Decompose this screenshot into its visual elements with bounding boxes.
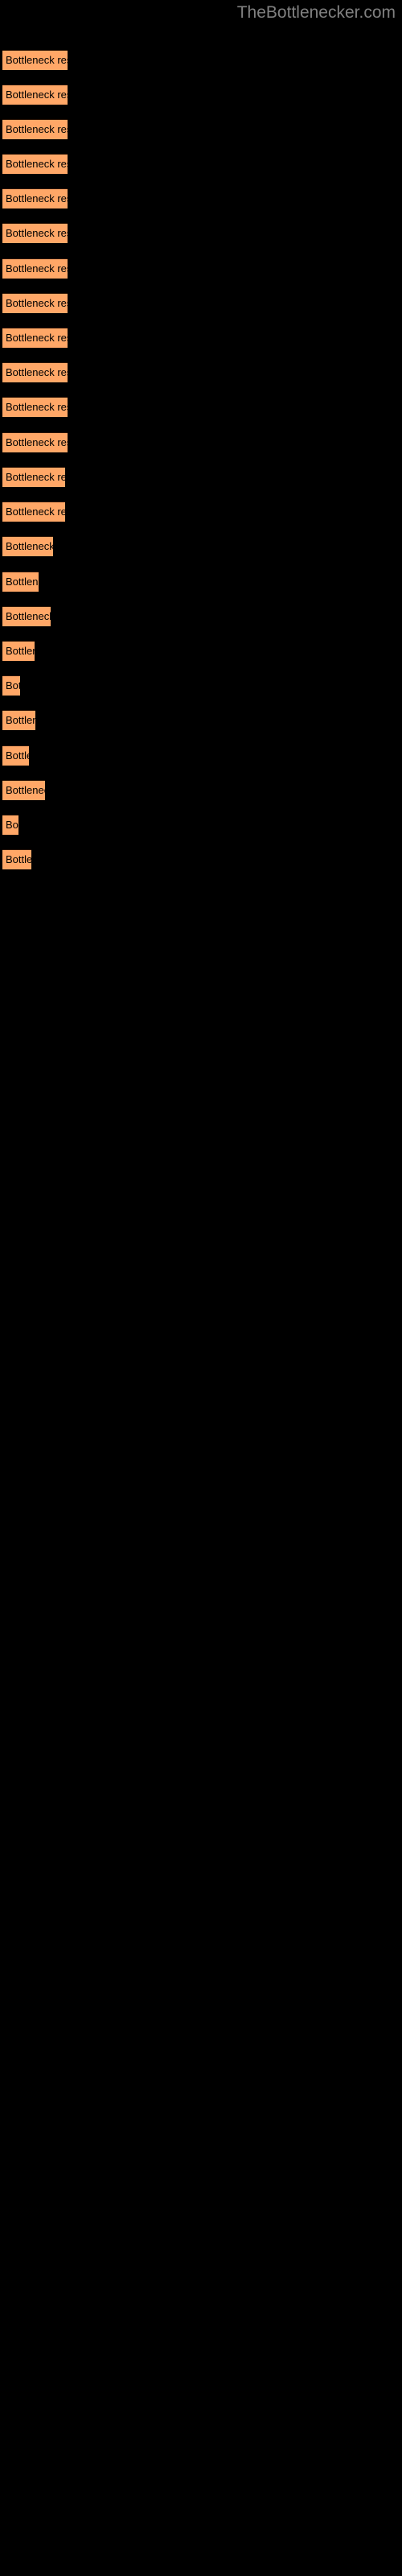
bar-label: Bottleneck result: [6, 366, 68, 378]
bar-label: Bottleneck result: [6, 784, 45, 796]
bar[interactable]: Bottleneck result: [2, 85, 68, 105]
bar-label: Bottleneck result: [6, 610, 51, 622]
bar-label: Bottleneck result: [6, 158, 68, 170]
bar[interactable]: Bottleneck result: [2, 188, 68, 208]
bar[interactable]: Bottleneck result: [2, 397, 68, 417]
bar[interactable]: Bottleneck result: [2, 502, 65, 522]
bar-label: Bottleneck result: [6, 227, 68, 239]
bar[interactable]: Bottleneck result: [2, 362, 68, 382]
bar-label: Bottleneck result: [6, 332, 68, 344]
bar[interactable]: Bottleneck result: [2, 710, 35, 730]
bar-label: Bottleneck result: [6, 471, 65, 483]
bar[interactable]: Bottleneck result: [2, 606, 51, 626]
bar[interactable]: Bottleneck result: [2, 154, 68, 174]
bar[interactable]: Bottleneck result: [2, 328, 68, 348]
bar-label: Bottleneck result: [6, 819, 18, 831]
bar[interactable]: Bottleneck result: [2, 119, 68, 139]
bar[interactable]: Bottleneck result: [2, 572, 39, 592]
bar-label: Bottleneck result: [6, 506, 65, 518]
bar-label: Bottleneck result: [6, 576, 39, 588]
bar-label: Bottleneck result: [6, 749, 29, 762]
bar[interactable]: Bottleneck result: [2, 223, 68, 243]
bar-label: Bottleneck result: [6, 401, 68, 413]
bar-label: Bottleneck result: [6, 436, 68, 448]
bar[interactable]: Bottleneck result: [2, 815, 18, 835]
bar[interactable]: Bottleneck result: [2, 293, 68, 313]
bar-label: Bottleneck result: [6, 54, 68, 66]
bar-series: Bottleneck result Bottleneck result Bottle…: [0, 0, 402, 2576]
bar[interactable]: Bottleneck result: [2, 780, 45, 800]
bar-label: Bottleneck result: [6, 540, 53, 552]
bar[interactable]: Bottleneck result: [2, 745, 29, 766]
bar[interactable]: Bottleneck result: [2, 432, 68, 452]
bar[interactable]: Bottleneck result: [2, 258, 68, 279]
bar-label: Bottleneck result: [6, 123, 68, 135]
bar[interactable]: Bottleneck result: [2, 675, 20, 696]
bar[interactable]: Bottleneck result: [2, 849, 31, 869]
bottleneck-chart: TheBottlenecker.com Bottleneck resultBot…: [0, 0, 402, 2576]
bar-label: Bottleneck result: [6, 89, 68, 101]
bar-label: Bottleneck result: [6, 262, 68, 275]
bar-label: Bottleneck result: [6, 714, 35, 726]
bar[interactable]: Bottleneck result: [2, 467, 65, 487]
bar-label: Bottleneck result: [6, 192, 68, 204]
bar-label: Bottleneck result: [6, 853, 31, 865]
bar[interactable]: Bottleneck result: [2, 50, 68, 70]
bar-label: Bottleneck result: [6, 645, 35, 657]
bar-label: Bottleneck result: [6, 297, 68, 309]
bar[interactable]: Bottleneck result: [2, 641, 35, 661]
bar[interactable]: Bottleneck result: [2, 536, 53, 556]
bar-label: Bottleneck result: [6, 679, 20, 691]
